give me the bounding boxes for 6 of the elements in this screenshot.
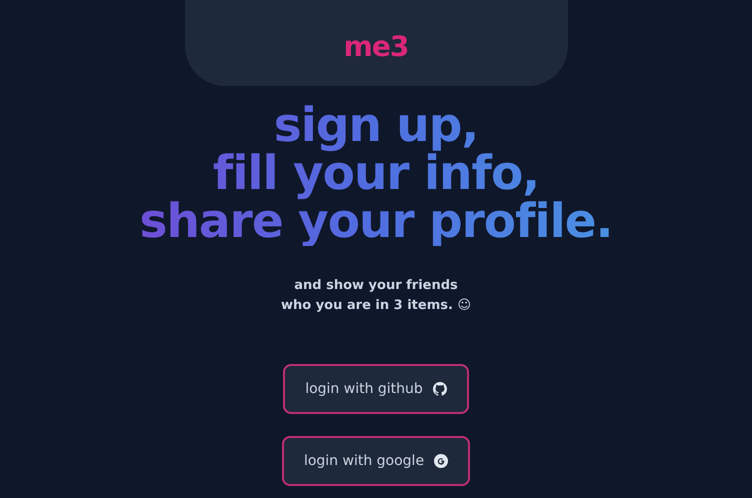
login-button[interactable]: login with github xyxy=(283,364,469,414)
subtitle: and show your friends who you are in 3 items. ☺ xyxy=(280,277,472,315)
login-button[interactable]: login with google xyxy=(282,436,470,486)
github-icon xyxy=(432,382,447,396)
google-icon xyxy=(434,454,448,468)
logo: me3 xyxy=(344,30,408,62)
